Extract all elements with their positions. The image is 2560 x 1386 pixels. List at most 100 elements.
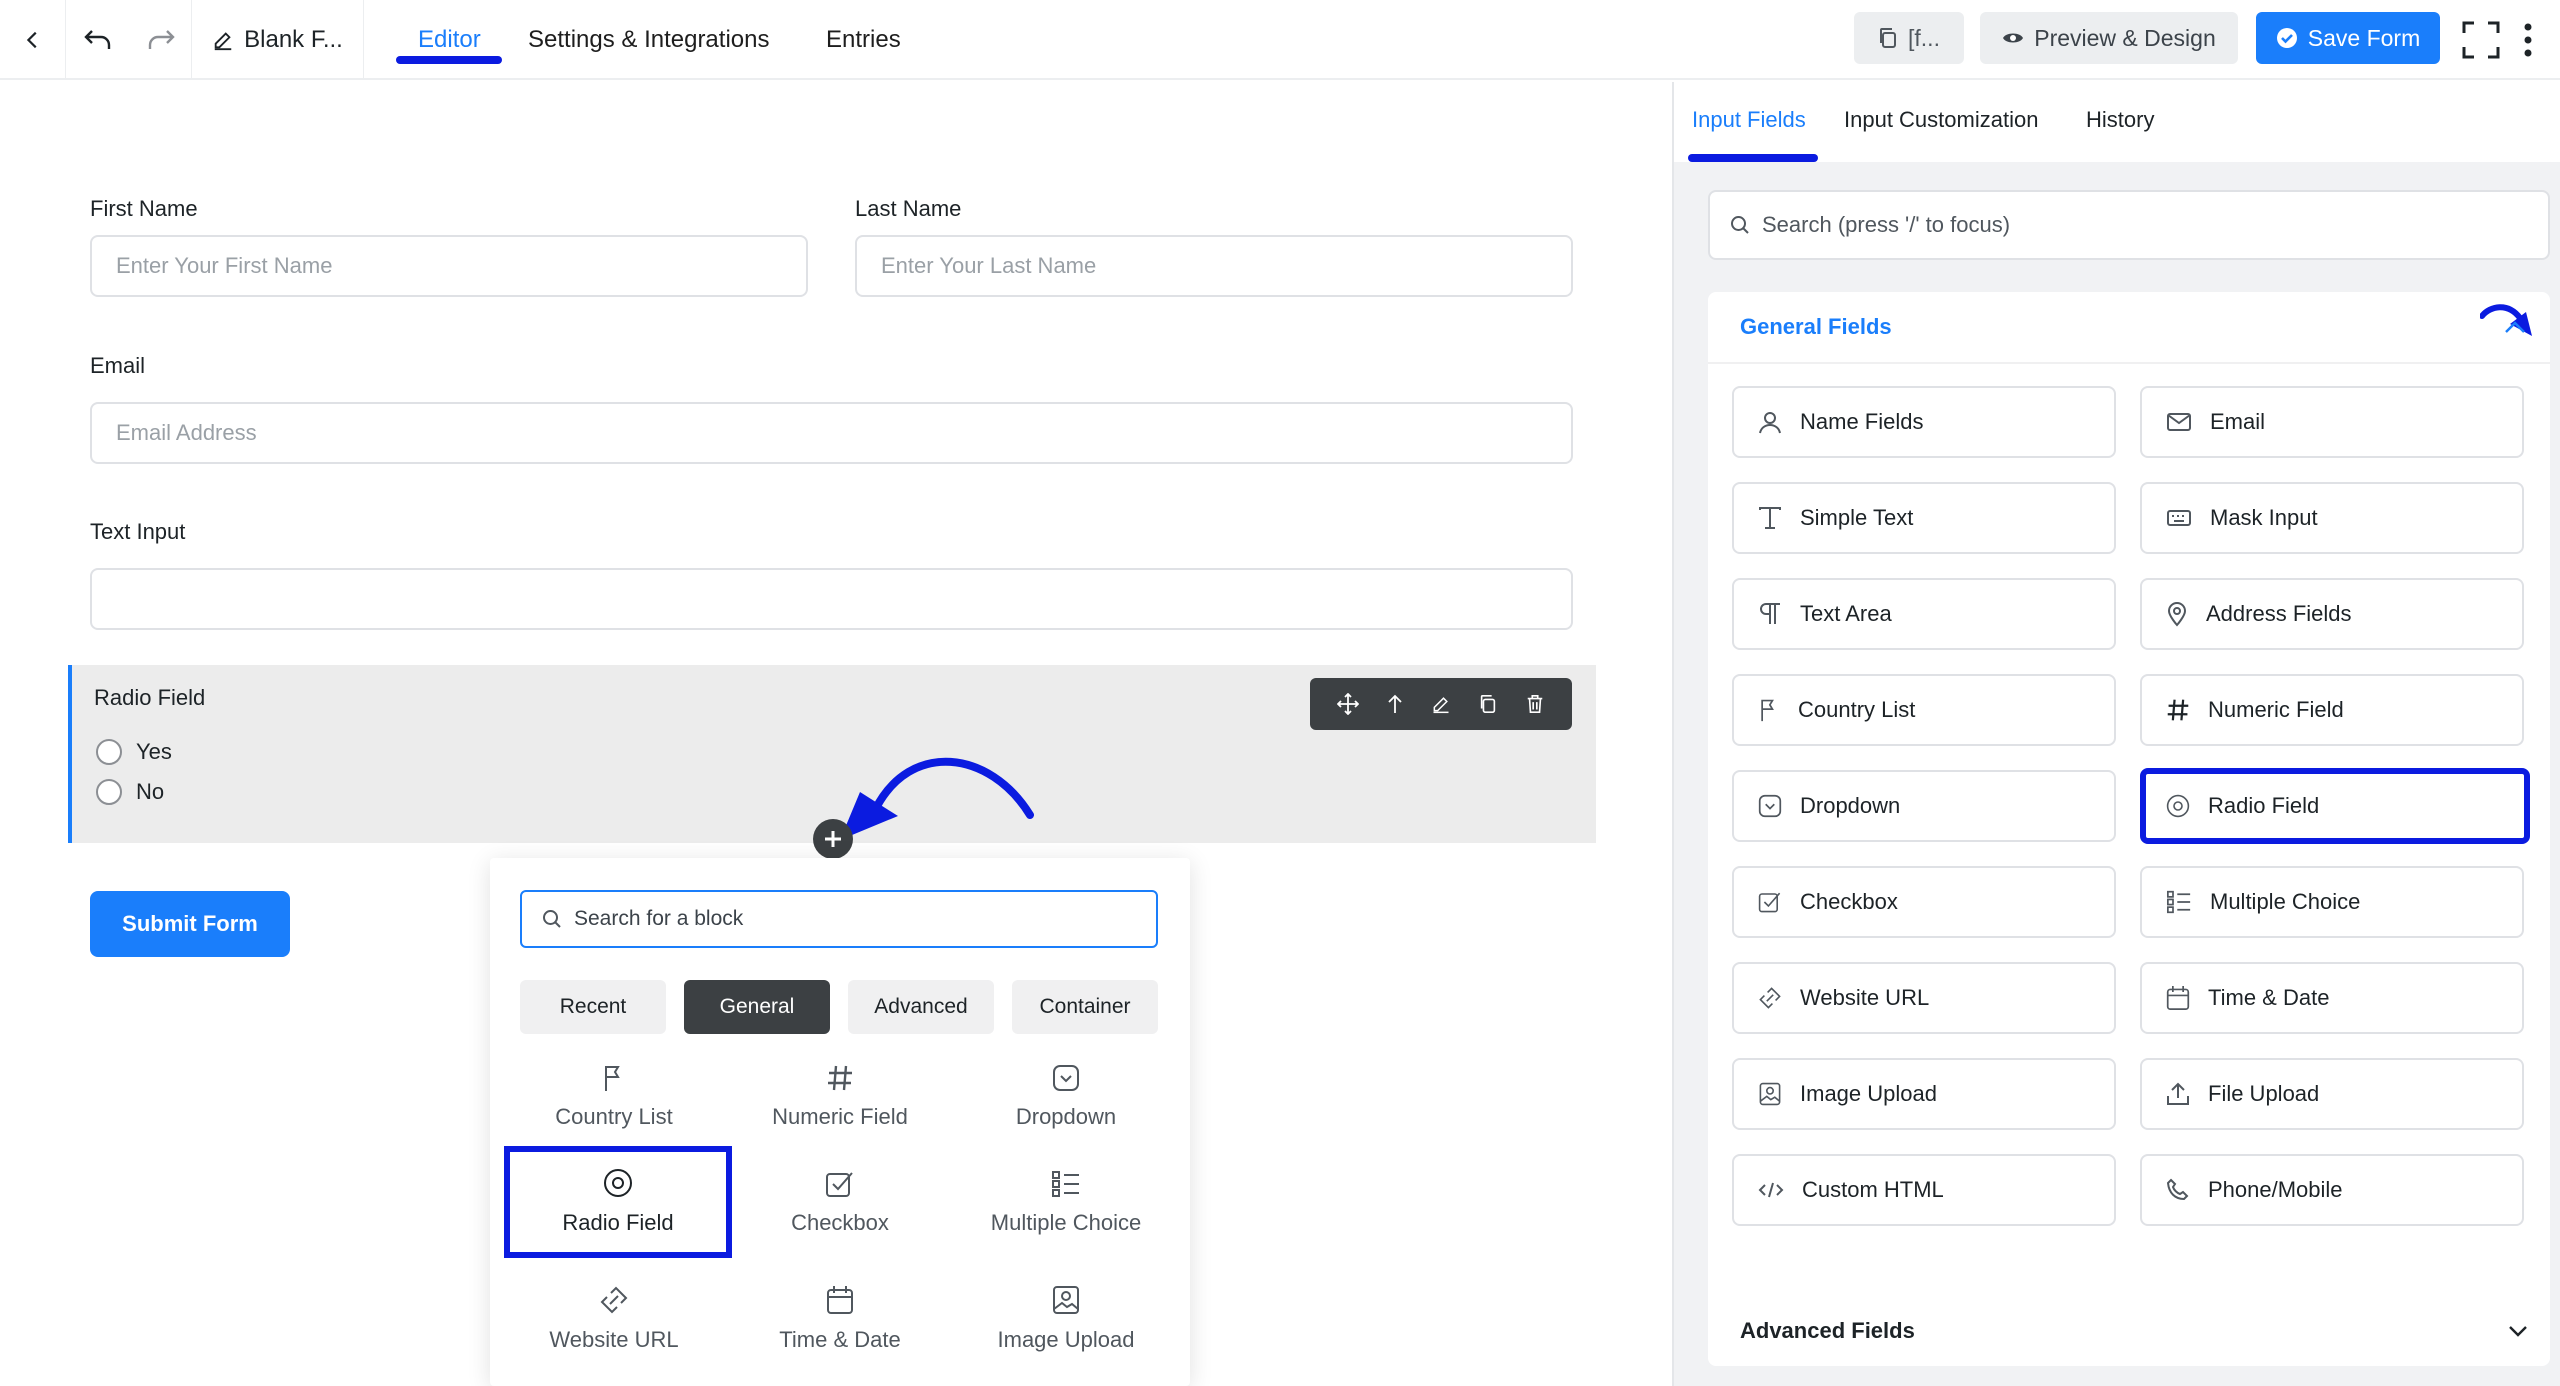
dropdown-icon [1758, 794, 1782, 818]
advanced-fields-header[interactable]: Advanced Fields [1708, 1296, 2550, 1366]
tab-input-customization[interactable]: Input Customization [1844, 82, 2038, 158]
text-input-field[interactable] [90, 568, 1573, 630]
field-search-input[interactable]: Search (press '/' to focus) [1708, 190, 2550, 260]
block-multiple-choice[interactable]: Multiple Choice [956, 1148, 1176, 1258]
chevron-up-icon[interactable] [2504, 320, 2526, 334]
field-text-area[interactable]: Text Area [1732, 578, 2116, 650]
inserter-tab-container[interactable]: Container [1012, 980, 1158, 1034]
inserter-tab-container-label: Container [1039, 995, 1131, 1018]
inserter-tab-recent[interactable]: Recent [520, 980, 666, 1034]
arrow-up-icon [1388, 694, 1402, 713]
edit-button[interactable] [1431, 694, 1451, 714]
block-radio-field-label: Radio Field [562, 1210, 674, 1235]
field-multiple-choice-label: Multiple Choice [2210, 889, 2361, 914]
email-placeholder: Email Address [116, 420, 257, 445]
save-form-button[interactable]: Save Form [2256, 12, 2440, 64]
copy-icon [1480, 695, 1495, 713]
delete-button[interactable] [1525, 694, 1545, 714]
redo-button[interactable] [130, 0, 192, 80]
submit-form-button[interactable]: Submit Form [90, 891, 290, 957]
list-check-icon [2167, 890, 2191, 914]
flag-icon [1761, 699, 1774, 722]
field-numeric-field[interactable]: Numeric Field [2140, 674, 2524, 746]
form-title-button[interactable]: Blank F... [192, 0, 364, 80]
tab-history[interactable]: History [2086, 82, 2154, 158]
inserter-tab-recent-label: Recent [559, 995, 627, 1018]
duplicate-button[interactable] [1478, 694, 1498, 714]
paragraph-icon [1760, 603, 1780, 624]
field-radio-field-label: Radio Field [2208, 793, 2320, 818]
tab-editor[interactable]: Editor [418, 0, 481, 80]
block-dropdown[interactable]: Dropdown [956, 1042, 1176, 1152]
block-checkbox-label: Checkbox [791, 1210, 889, 1235]
field-email[interactable]: Email [2140, 386, 2524, 458]
radio-option-no-label: No [136, 779, 165, 804]
radio-option-no[interactable]: No [96, 779, 164, 805]
shortcode-label: [f... [1908, 24, 1940, 51]
shortcode-button[interactable]: [f... [1854, 12, 1964, 64]
pencil-icon [1433, 697, 1449, 714]
tab-entries[interactable]: Entries [826, 0, 901, 80]
field-checkbox-label: Checkbox [1800, 889, 1898, 914]
block-country-list[interactable]: Country List [504, 1042, 724, 1152]
general-fields-title: General Fields [1740, 314, 1892, 339]
fullscreen-button[interactable] [2454, 0, 2508, 80]
tab-settings-integrations[interactable]: Settings & Integrations [528, 0, 769, 80]
field-radio-field[interactable]: Radio Field [2140, 768, 2530, 844]
field-phone-mobile[interactable]: Phone/Mobile [2140, 1154, 2524, 1226]
add-block-button[interactable] [813, 819, 853, 859]
block-website-url[interactable]: Website URL [504, 1264, 724, 1374]
text-input-label: Text Input [90, 519, 186, 544]
block-numeric-field[interactable]: Numeric Field [730, 1042, 950, 1152]
move-icon [1337, 693, 1360, 715]
field-custom-html[interactable]: Custom HTML [1732, 1154, 2116, 1226]
tab-input-fields-label: Input Fields [1692, 107, 1806, 132]
field-simple-text[interactable]: Simple Text [1732, 482, 2116, 554]
preview-design-button[interactable]: Preview & Design [1980, 12, 2238, 64]
last-name-placeholder: Enter Your Last Name [881, 253, 1097, 278]
top-bar: Blank F... Editor Settings & Integration… [0, 0, 2560, 80]
back-button[interactable] [0, 0, 66, 80]
trash-icon [1527, 695, 1542, 713]
first-name-input[interactable]: Enter Your First Name [90, 235, 808, 297]
image-icon [1053, 1286, 1079, 1314]
inserter-tab-general[interactable]: General [684, 980, 830, 1034]
block-image-upload[interactable]: Image Upload [956, 1264, 1176, 1374]
field-address-fields[interactable]: Address Fields [2140, 578, 2524, 650]
list-check-icon [1052, 1171, 1079, 1197]
editor-tab-underline [396, 56, 502, 64]
field-dropdown-label: Dropdown [1800, 793, 1901, 818]
divider [1708, 362, 2550, 364]
location-pin-icon [2167, 602, 2187, 627]
move-up-button[interactable] [1386, 694, 1404, 714]
field-checkbox[interactable]: Checkbox [1732, 866, 2116, 938]
inserter-tab-advanced[interactable]: Advanced [848, 980, 994, 1034]
field-mask-input-label: Mask Input [2210, 505, 2318, 530]
field-mask-input[interactable]: Mask Input [2140, 482, 2524, 554]
field-country-list[interactable]: Country List [1732, 674, 2116, 746]
chevron-left-icon [26, 31, 37, 49]
field-dropdown[interactable]: Dropdown [1732, 770, 2116, 842]
more-options-button[interactable] [2508, 0, 2548, 80]
field-name-fields[interactable]: Name Fields [1732, 386, 2116, 458]
field-website-url[interactable]: Website URL [1732, 962, 2116, 1034]
block-search-placeholder: Search for a block [574, 907, 744, 930]
radio-option-yes[interactable]: Yes [96, 739, 172, 765]
field-time-date[interactable]: Time & Date [2140, 962, 2524, 1034]
general-fields-header[interactable]: General Fields [1740, 292, 1892, 362]
upload-icon [2167, 1082, 2189, 1105]
field-multiple-choice[interactable]: Multiple Choice [2140, 866, 2524, 938]
block-radio-field[interactable]: Radio Field [504, 1146, 732, 1258]
last-name-input[interactable]: Enter Your Last Name [855, 235, 1573, 297]
eye-icon [2003, 33, 2024, 43]
first-name-placeholder: Enter Your First Name [116, 253, 333, 278]
email-input[interactable]: Email Address [90, 402, 1573, 464]
field-file-upload[interactable]: File Upload [2140, 1058, 2524, 1130]
field-image-upload[interactable]: Image Upload [1732, 1058, 2116, 1130]
block-checkbox[interactable]: Checkbox [730, 1148, 950, 1258]
move-button[interactable] [1337, 693, 1360, 715]
block-time-date[interactable]: Time & Date [730, 1264, 950, 1374]
tab-input-fields[interactable]: Input Fields [1692, 82, 1806, 158]
block-search-input[interactable]: Search for a block [520, 890, 1158, 948]
undo-button[interactable] [66, 0, 130, 80]
